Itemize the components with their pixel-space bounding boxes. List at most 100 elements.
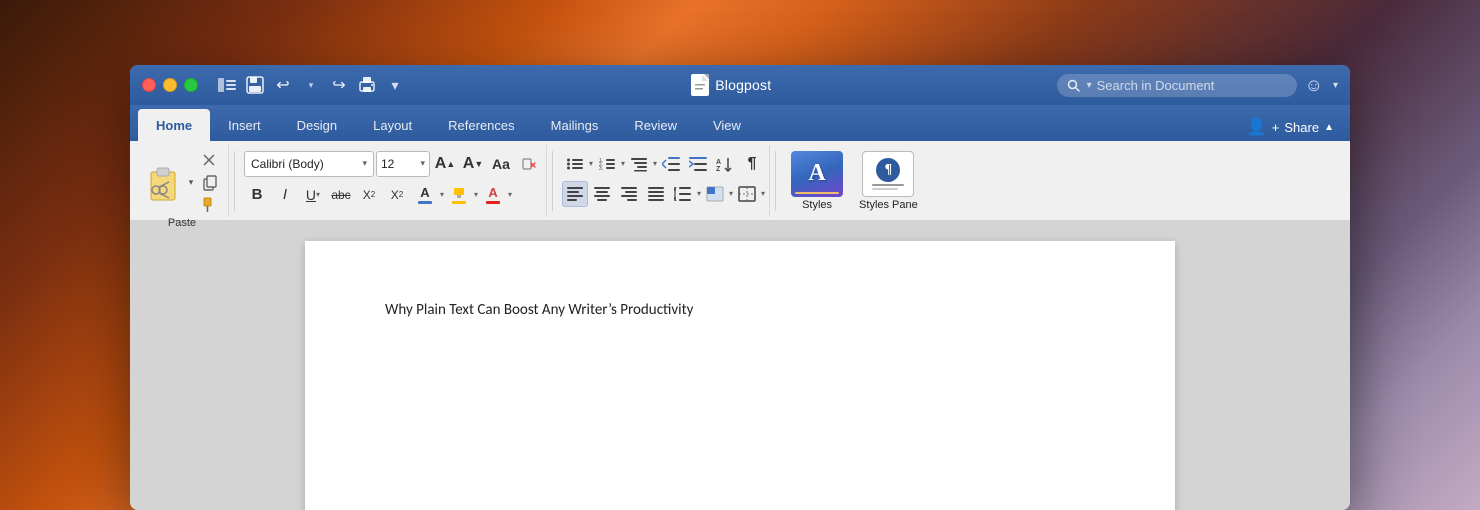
styles-icon-letter: A	[808, 160, 825, 187]
increase-indent-icon	[689, 157, 707, 171]
bold-button[interactable]: B	[244, 182, 270, 208]
redo-icon[interactable]: ↪	[328, 74, 350, 96]
bullets-arrow[interactable]: ▾	[589, 159, 593, 168]
ribbon-tabs: Home Insert Design Layout References Mai…	[130, 105, 1350, 141]
tab-mailings[interactable]: Mailings	[533, 109, 617, 141]
undo-icon[interactable]: ↩	[272, 74, 294, 96]
tab-view[interactable]: View	[695, 109, 759, 141]
align-center-button[interactable]	[589, 181, 615, 207]
numbering-arrow[interactable]: ▾	[621, 159, 625, 168]
font-size-arrow: ▾	[420, 158, 425, 169]
emoji-button[interactable]: ☺	[1305, 75, 1323, 96]
font-group: Calibri (Body) ▾ 12 ▾ A▲ A▼ Aa	[240, 145, 547, 217]
divider-2	[552, 151, 553, 211]
shading-button[interactable]	[702, 181, 728, 207]
font-name-selector[interactable]: Calibri (Body) ▾	[244, 151, 374, 177]
increase-indent-button[interactable]	[685, 151, 711, 177]
numbering-button[interactable]: 1. 2. 3.	[594, 151, 620, 177]
highlight-arrow[interactable]: ▾	[474, 190, 478, 199]
search-dropdown-icon[interactable]: ▾	[1087, 80, 1092, 91]
close-button[interactable]	[142, 78, 156, 92]
format-painter-button[interactable]	[200, 195, 220, 215]
customize-icon[interactable]: ▾	[384, 74, 406, 96]
font-size-selector[interactable]: 12 ▾	[376, 151, 430, 177]
clipboard-actions	[200, 151, 220, 215]
highlight-button[interactable]	[446, 181, 472, 209]
paste-group: ▾	[136, 145, 229, 217]
share-chevron-icon: ▲	[1324, 122, 1334, 133]
font-color-arrow[interactable]: ▾	[440, 190, 444, 199]
decrease-indent-button[interactable]	[658, 151, 684, 177]
para-row1: ▾ 1. 2. 3. ▾	[562, 151, 765, 177]
title-bar-center: Blogpost	[414, 74, 1049, 96]
subscript-button[interactable]: X2	[356, 182, 382, 208]
title-bar-icons: ↩ ▾ ↪ ▾	[216, 74, 406, 96]
font-name-value: Calibri (Body)	[251, 157, 324, 171]
tab-references[interactable]: References	[430, 109, 532, 141]
divider-1	[234, 151, 235, 211]
strikethrough-button[interactable]: abc	[328, 182, 354, 208]
tab-layout[interactable]: Layout	[355, 109, 430, 141]
shading-arrow[interactable]: ▾	[729, 189, 733, 198]
styles-pane-button[interactable]: ¶	[862, 151, 914, 197]
borders-arrow[interactable]: ▾	[761, 189, 765, 198]
font-row1: Calibri (Body) ▾ 12 ▾ A▲ A▼ Aa	[244, 151, 542, 177]
tab-insert[interactable]: Insert	[210, 109, 279, 141]
borders-icon	[738, 186, 756, 202]
underline-button[interactable]: U ▾	[300, 182, 326, 208]
numbering-icon: 1. 2. 3.	[598, 156, 616, 172]
search-placeholder: Search in Document	[1097, 78, 1215, 93]
tab-review[interactable]: Review	[616, 109, 695, 141]
underline-label: U	[306, 187, 316, 203]
font-size-value: 12	[381, 157, 394, 171]
multilevel-arrow[interactable]: ▾	[653, 159, 657, 168]
justify-button[interactable]	[643, 181, 669, 207]
emoji-dropdown-icon[interactable]: ▾	[1333, 80, 1338, 91]
styles-button[interactable]: A	[791, 151, 843, 197]
sort-button[interactable]: A Z	[712, 151, 738, 177]
document-title: Why Plain Text Can Boost Any Writer’s Pr…	[385, 301, 1095, 319]
share-button[interactable]: 👤 + Share ▲	[1239, 113, 1342, 141]
share-icon: 👤	[1247, 117, 1267, 137]
italic-button[interactable]: I	[272, 182, 298, 208]
superscript-button[interactable]: X2	[384, 182, 410, 208]
tab-design[interactable]: Design	[279, 109, 355, 141]
align-right-button[interactable]	[616, 181, 642, 207]
tab-home[interactable]: Home	[138, 109, 210, 141]
styles-pane-line-1	[872, 184, 904, 186]
borders-button[interactable]	[734, 181, 760, 207]
line-spacing-button[interactable]	[670, 181, 696, 207]
clear-formatting-button[interactable]	[516, 151, 542, 177]
line-spacing-arrow[interactable]: ▾	[697, 189, 701, 198]
change-case-button[interactable]: Aa	[488, 151, 514, 177]
show-paragraph-button[interactable]: ¶	[739, 151, 765, 177]
text-color-bar	[486, 201, 500, 204]
highlight-bar	[452, 201, 466, 204]
styles-area: A Styles ¶ Styles Pan	[781, 137, 928, 225]
para-row2: ▾ ▾ ▾	[562, 181, 765, 207]
align-left-button[interactable]	[562, 181, 588, 207]
font-color-button[interactable]: A	[412, 181, 438, 209]
print-icon[interactable]	[356, 74, 378, 96]
underline-arrow[interactable]: ▾	[316, 190, 320, 199]
copy-button[interactable]	[200, 173, 220, 193]
paste-button[interactable]	[144, 164, 182, 202]
save-icon[interactable]	[244, 74, 266, 96]
svg-text:3.: 3.	[599, 166, 603, 172]
bullets-button[interactable]	[562, 151, 588, 177]
text-color-button[interactable]: A	[480, 181, 506, 209]
undo-arrow-icon[interactable]: ▾	[300, 74, 322, 96]
search-box[interactable]: ▾ Search in Document	[1057, 74, 1297, 97]
multilevel-list-button[interactable]	[626, 151, 652, 177]
cut-button[interactable]	[200, 151, 220, 171]
decrease-font-button[interactable]: A▼	[460, 151, 486, 177]
text-color-arrow[interactable]: ▾	[508, 190, 512, 199]
maximize-button[interactable]	[184, 78, 198, 92]
svg-text:A: A	[716, 159, 721, 166]
paste-dropdown-icon[interactable]: ▾	[184, 164, 198, 202]
increase-font-button[interactable]: A▲	[432, 151, 458, 177]
align-left-icon	[567, 187, 583, 201]
shading-icon	[706, 186, 724, 202]
sidebar-toggle-icon[interactable]	[216, 74, 238, 96]
minimize-button[interactable]	[163, 78, 177, 92]
